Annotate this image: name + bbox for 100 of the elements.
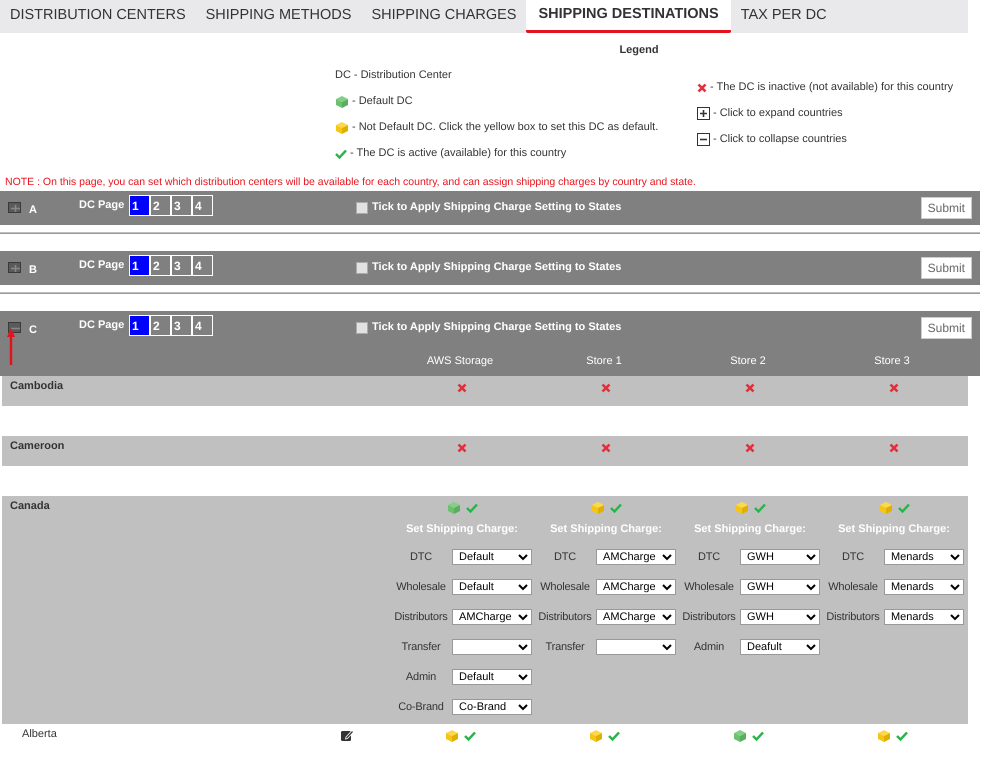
field-label: Admin [404, 670, 438, 684]
tab[interactable]: SHIPPING CHARGES [361, 5, 526, 33]
charge-select[interactable]: Menards [884, 578, 964, 595]
tab[interactable]: SHIPPING METHODS [196, 5, 362, 33]
legend-text: - Distribution Center [354, 68, 452, 84]
field-label: Admin [692, 640, 726, 654]
cross-icon[interactable] [697, 82, 707, 92]
charge-select[interactable]: AMCharge [596, 578, 676, 595]
charge-select[interactable]: GWH [740, 608, 820, 625]
country-name[interactable]: Canada [2, 496, 390, 515]
legend-text: - The DC is active (available) for this country [350, 146, 566, 162]
group-letter: A [29, 203, 38, 218]
expand-icon[interactable] [697, 107, 710, 120]
field-label: Distributors [825, 610, 881, 624]
cube-icon[interactable] [734, 501, 748, 516]
charge-select[interactable]: Menards [884, 548, 964, 565]
note-text: NOTE : On this page, you can set which distribution centers will be available for each country, and can assign shipping charges by country and state. [5, 174, 697, 190]
page-button[interactable]: 2 [150, 255, 171, 276]
charge-select[interactable]: Default [452, 668, 532, 685]
state-name: Alberta [21, 726, 58, 742]
field-label: DTC [840, 550, 865, 564]
tab[interactable]: SHIPPING DESTINATIONS [526, 0, 731, 33]
field-label: Distributors [393, 610, 449, 624]
page-button[interactable]: 3 [171, 315, 192, 336]
charge-select[interactable]: Menards [884, 608, 964, 625]
cross-icon[interactable] [457, 383, 467, 394]
column-header: AWS Storage [426, 354, 494, 368]
charge-title: Set Shipping Charge: [838, 522, 950, 538]
toggle-icon[interactable] [8, 262, 21, 274]
charge-select[interactable] [452, 638, 532, 655]
page-button[interactable]: 1 [129, 315, 150, 336]
charge-select[interactable]: Deafult [740, 638, 820, 655]
page-button[interactable]: 3 [171, 195, 192, 216]
column-header: Store 1 [585, 354, 623, 368]
charge-select[interactable] [596, 638, 676, 655]
charge-select[interactable]: Default [452, 578, 532, 595]
submit-button[interactable]: Submit [920, 197, 972, 220]
charge-title: Set Shipping Charge: [694, 522, 806, 538]
checkbox-label: Tick to Apply Shipping Charge Setting to States [372, 320, 622, 336]
check-icon [335, 148, 347, 158]
page-button[interactable]: 4 [192, 315, 213, 336]
cube-icon[interactable] [876, 728, 890, 743]
charge-select[interactable]: GWH [740, 578, 820, 595]
cross-icon[interactable] [457, 443, 467, 454]
checkbox[interactable] [356, 202, 368, 214]
page-button[interactable]: 4 [192, 255, 213, 276]
legend-text: - Not Default DC. Click the yellow box to set this DC as default. [352, 120, 658, 136]
cube-icon[interactable] [335, 120, 349, 134]
charge-select[interactable]: GWH [740, 548, 820, 565]
cube-icon[interactable] [588, 728, 602, 743]
checkbox[interactable] [356, 322, 368, 334]
page-button[interactable]: 1 [129, 255, 150, 276]
page-button[interactable]: 1 [129, 195, 150, 216]
charge-select[interactable]: Default [452, 548, 532, 565]
charge-select[interactable]: AMCharge [596, 608, 676, 625]
field-label: DTC [552, 550, 577, 564]
field-label: Wholesale [395, 580, 447, 594]
legend-abbreviation: DC [335, 68, 351, 84]
cross-icon[interactable] [601, 443, 611, 454]
checkbox-label: Tick to Apply Shipping Charge Setting to States [372, 200, 622, 216]
legend-text: - Click to collapse countries [713, 132, 847, 148]
collapse-icon[interactable] [697, 133, 710, 146]
cross-icon[interactable] [889, 443, 899, 454]
cube-icon[interactable] [446, 501, 460, 516]
cross-icon[interactable] [745, 443, 755, 454]
legend-text: - Default DC [352, 94, 413, 110]
field-label: DTC [408, 550, 433, 564]
submit-button[interactable]: Submit [920, 317, 972, 340]
toggle-icon[interactable] [8, 202, 21, 214]
field-label: Wholesale [683, 580, 735, 594]
cross-icon[interactable] [745, 383, 755, 394]
checkbox[interactable] [356, 262, 368, 274]
column-header: Store 2 [729, 354, 767, 368]
charge-select[interactable]: AMCharge [452, 608, 532, 625]
tab[interactable]: DISTRIBUTION CENTERS [0, 5, 196, 33]
field-label: DTC [696, 550, 721, 564]
submit-button[interactable]: Submit [920, 257, 972, 280]
cube-icon[interactable] [444, 728, 458, 743]
tab[interactable]: TAX PER DC [730, 5, 837, 33]
charge-select[interactable]: Co-Brand [452, 698, 532, 715]
field-label: Distributors [681, 610, 737, 624]
page-button[interactable]: 2 [150, 195, 171, 216]
page-button[interactable]: 2 [150, 315, 171, 336]
page-button[interactable]: 4 [192, 195, 213, 216]
group-letter: C [29, 323, 38, 338]
cross-icon[interactable] [889, 383, 899, 394]
cube-icon[interactable] [335, 94, 349, 108]
cube-icon[interactable] [590, 501, 604, 516]
charge-select[interactable]: AMCharge [596, 548, 676, 565]
legend-text: - The DC is inactive (not available) for this country [710, 80, 954, 96]
cube-icon[interactable] [732, 728, 746, 743]
legend-text: - Click to expand countries [713, 106, 843, 122]
page-button[interactable]: 3 [171, 255, 192, 276]
toggle-icon[interactable] [8, 322, 21, 334]
checkbox-label: Tick to Apply Shipping Charge Setting to States [372, 260, 622, 276]
dc-page-label: DC Page [79, 198, 126, 214]
field-label: Distributors [537, 610, 593, 624]
cross-icon[interactable] [601, 383, 611, 394]
arrow-annotation [6, 327, 16, 368]
cube-icon[interactable] [878, 501, 892, 516]
